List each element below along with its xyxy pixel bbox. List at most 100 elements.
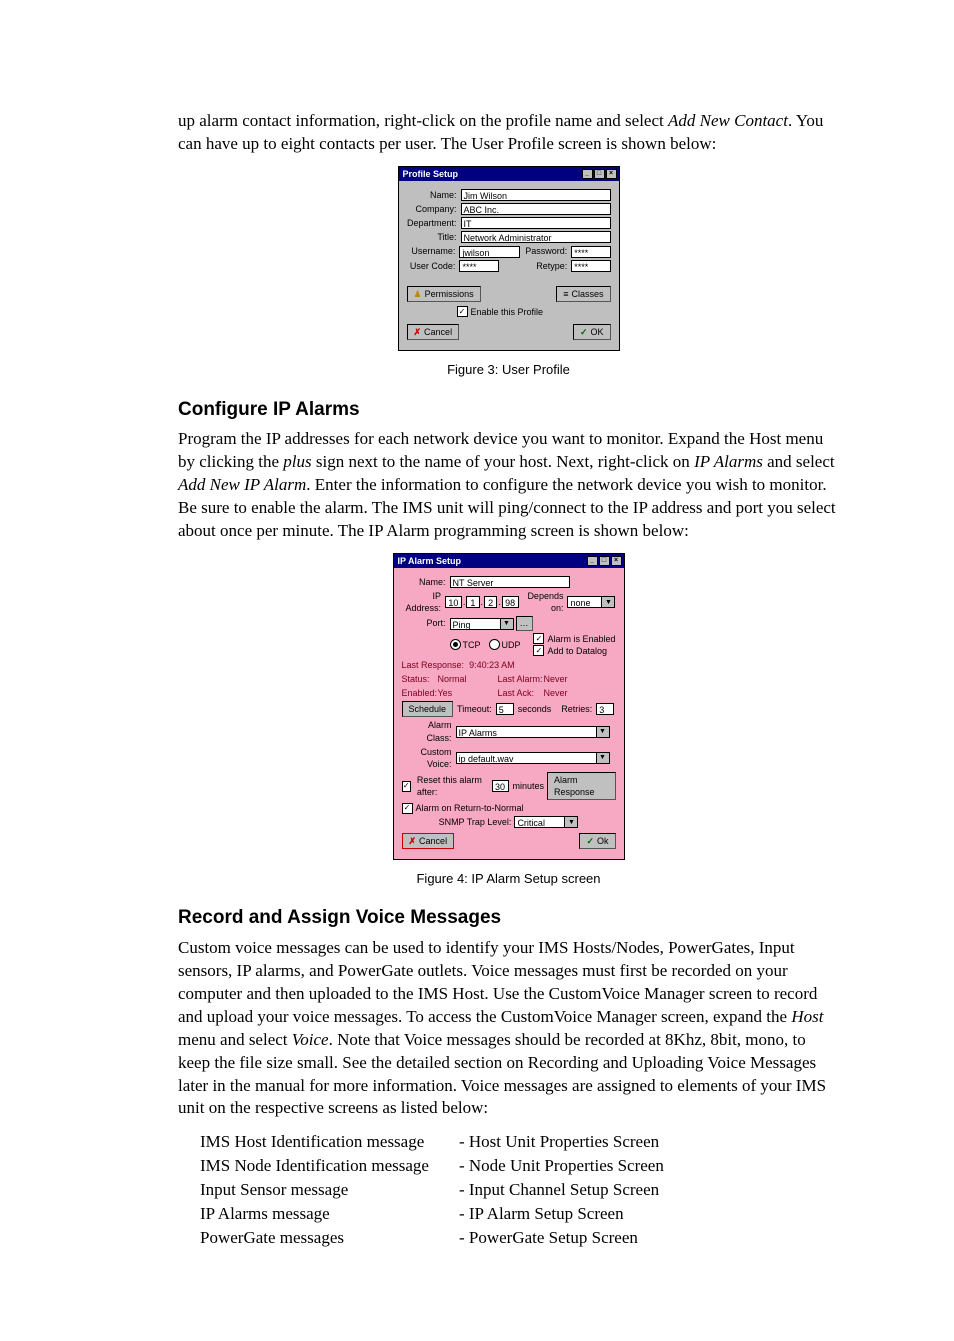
cancel-icon: ✗ (414, 326, 422, 338)
enabled-label: Enabled: (402, 687, 438, 699)
last-response-value: 9:40:23 AM (469, 659, 515, 671)
last-ack-value: Never (544, 687, 568, 699)
ok-button[interactable]: ✓OK (573, 324, 611, 340)
port-label: Port: (402, 617, 450, 629)
enable-profile-label: Enable this Profile (471, 306, 544, 318)
mapping-right-col: - Host Unit Properties Screen - Node Uni… (459, 1130, 664, 1251)
alarm-response-button[interactable]: Alarm Response (547, 772, 616, 800)
figure-4-caption: Figure 4: IP Alarm Setup screen (178, 870, 839, 888)
last-response-label: Last Response: (402, 659, 465, 671)
list-item: Input Sensor message (200, 1179, 429, 1202)
title-label: Title: (407, 231, 461, 243)
ip-alarm-dialog: IP Alarm Setup _ □ × Name:NT Server IP A… (393, 553, 625, 860)
udp-radio[interactable]: UDP (489, 639, 521, 651)
chevron-down-icon: ▼ (500, 618, 514, 630)
last-alarm-label: Last Alarm: (498, 673, 544, 685)
usercode-label: User Code: (407, 260, 460, 272)
add-datalog-checkbox[interactable]: ✓ (533, 645, 544, 656)
company-field[interactable]: ABC Inc. (461, 203, 611, 215)
message-mapping-list: IMS Host Identification message IMS Node… (178, 1126, 839, 1251)
figure-3: Profile Setup _ □ × Name:Jim Wilson Comp… (178, 166, 839, 379)
ip-ok-button[interactable]: ✓Ok (579, 833, 615, 849)
department-label: Department: (407, 217, 461, 229)
profile-title: Profile Setup (403, 167, 459, 181)
minimize-icon[interactable]: _ (582, 169, 593, 179)
ip-octet-3[interactable]: 2 (484, 596, 497, 608)
list-item: IP Alarms message (200, 1203, 429, 1226)
ip-octet-2[interactable]: 1 (466, 596, 479, 608)
ipname-field[interactable]: NT Server (450, 576, 570, 588)
department-field[interactable]: IT (461, 217, 611, 229)
port-select[interactable]: Ping▼ (450, 618, 514, 630)
record-voice-paragraph: Custom voice messages can be used to ide… (178, 937, 839, 1121)
ip-alarm-titlebar[interactable]: IP Alarm Setup _ □ × (394, 554, 624, 568)
minimize-icon[interactable]: _ (587, 556, 598, 566)
intro-em: Add New Contact (668, 111, 788, 130)
list-item: IMS Host Identification message (200, 1131, 429, 1154)
tcp-radio[interactable]: TCP (450, 639, 481, 651)
timeout-label: Timeout: (457, 703, 492, 715)
ipname-label: Name: (402, 576, 450, 588)
maximize-icon[interactable]: □ (599, 556, 610, 566)
ip-octet-1[interactable]: 10 (445, 596, 462, 608)
figure-4: IP Alarm Setup _ □ × Name:NT Server IP A… (178, 553, 839, 887)
reset-after-checkbox[interactable]: ✓ (402, 781, 411, 792)
name-field[interactable]: Jim Wilson (461, 189, 611, 201)
mapping-left-col: IMS Host Identification message IMS Node… (200, 1130, 429, 1251)
depends-label: Depends on: (519, 590, 568, 614)
snmp-select[interactable]: Critical▼ (514, 816, 578, 828)
permissions-button[interactable]: ♟Permissions (407, 286, 481, 302)
reset-after-field[interactable]: 30 (492, 780, 509, 792)
minutes-label: minutes (512, 780, 544, 792)
enable-profile-checkbox[interactable]: ✓ (457, 306, 468, 317)
username-field[interactable]: jwilson (459, 246, 520, 258)
classes-button[interactable]: ≡Classes (556, 286, 610, 302)
password-label: Password: (520, 245, 571, 257)
classes-icon: ≡ (563, 288, 568, 300)
password-field[interactable]: **** (571, 246, 610, 258)
usercode-field[interactable]: **** (459, 260, 498, 272)
close-icon[interactable]: × (606, 169, 617, 179)
heading-configure-ip-alarms: Configure IP Alarms (178, 397, 839, 423)
title-field[interactable]: Network Administrator (461, 231, 611, 243)
list-item: PowerGate messages (200, 1227, 429, 1250)
alarm-return-checkbox[interactable]: ✓ (402, 803, 413, 814)
profile-setup-dialog: Profile Setup _ □ × Name:Jim Wilson Comp… (398, 166, 620, 351)
timeout-field[interactable]: 5 (496, 703, 514, 715)
retype-field[interactable]: **** (571, 260, 610, 272)
cancel-icon: ✗ (409, 835, 417, 847)
profile-titlebar[interactable]: Profile Setup _ □ × (399, 167, 619, 181)
schedule-button[interactable]: Schedule (402, 701, 454, 717)
depends-select[interactable]: none▼ (567, 596, 615, 608)
reset-after-label: Reset this alarm after: (417, 774, 489, 798)
permissions-icon: ♟ (414, 288, 422, 300)
ipaddr-label: IP Address: (402, 590, 446, 614)
list-item: - Node Unit Properties Screen (459, 1155, 664, 1178)
custom-voice-label: Custom Voice: (402, 746, 456, 770)
last-ack-label: Last Ack: (498, 687, 544, 699)
intro-text-a: up alarm contact information, right-clic… (178, 111, 668, 130)
ip-alarm-title: IP Alarm Setup (398, 554, 462, 568)
alarm-class-select[interactable]: IP Alarms▼ (456, 726, 610, 738)
configure-ip-paragraph: Program the IP addresses for each networ… (178, 428, 839, 543)
alarm-class-label: Alarm Class: (402, 719, 456, 743)
custom-voice-select[interactable]: ip default.wav▼ (456, 752, 610, 764)
close-icon[interactable]: × (611, 556, 622, 566)
name-label: Name: (407, 189, 461, 201)
retries-field[interactable]: 3 (596, 703, 614, 715)
port-ellipsis-button[interactable]: … (516, 616, 533, 630)
maximize-icon[interactable]: □ (594, 169, 605, 179)
list-item: - Input Channel Setup Screen (459, 1179, 664, 1202)
ip-octet-4[interactable]: 98 (502, 596, 519, 608)
ok-icon: ✓ (586, 835, 594, 847)
snmp-label: SNMP Trap Level: (439, 816, 512, 828)
cancel-button[interactable]: ✗Cancel (407, 324, 460, 340)
list-item: - PowerGate Setup Screen (459, 1227, 664, 1250)
last-alarm-value: Never (544, 673, 568, 685)
username-label: Username: (407, 245, 460, 257)
ip-cancel-button[interactable]: ✗Cancel (402, 833, 455, 849)
list-item: - IP Alarm Setup Screen (459, 1203, 664, 1226)
alarm-enabled-checkbox[interactable]: ✓ (533, 633, 544, 644)
chevron-down-icon: ▼ (596, 726, 610, 738)
retype-label: Retype: (499, 260, 572, 272)
